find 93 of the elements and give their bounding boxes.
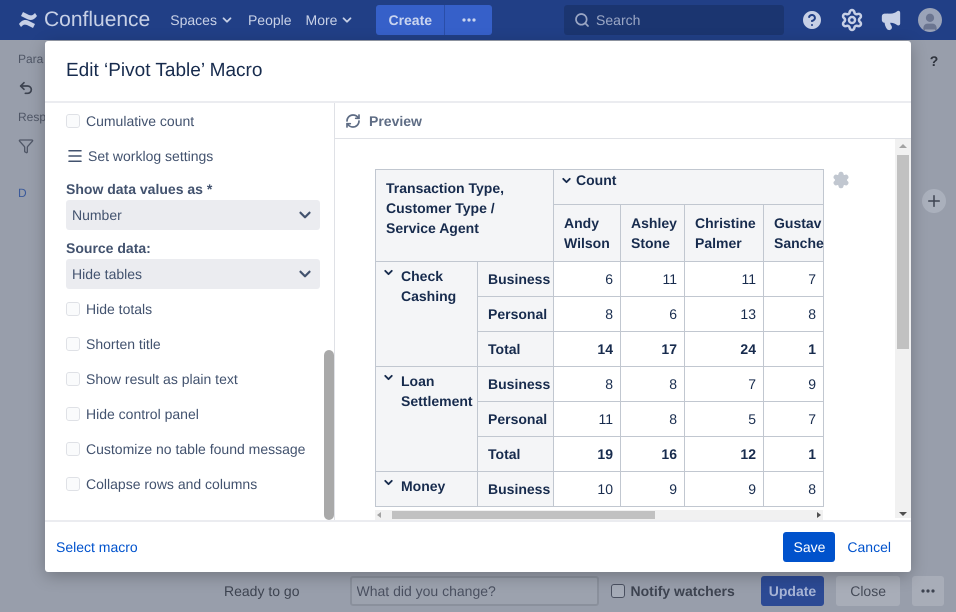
table-cell: 1 [764, 332, 824, 366]
table-cell: 8 [554, 366, 620, 402]
table-cell: 11 [684, 262, 764, 296]
logo[interactable]: Confluence [18, 8, 150, 32]
more-icon [921, 589, 935, 593]
column-header: Ashley Stone [620, 204, 684, 262]
table-cell: 8 [620, 402, 684, 436]
table-cell: 19 [554, 436, 620, 472]
row-group-header: Check Cashing [376, 262, 478, 366]
table-cell: 24 [684, 332, 764, 366]
option-label: Shorten title [86, 336, 161, 352]
row-group-header: Loan Settlement [376, 366, 478, 472]
close-button[interactable]: Close [836, 576, 900, 606]
table-cell: 9 [764, 366, 824, 402]
checkbox[interactable] [610, 584, 624, 598]
table-cell: 6 [554, 262, 620, 296]
status-text: Ready to go [224, 583, 300, 599]
search-icon [574, 12, 590, 28]
table-cell: 8 [620, 366, 684, 402]
help-icon[interactable] [800, 8, 824, 32]
nav-menu-item[interactable]: Spaces [170, 12, 234, 28]
create-button[interactable]: Create [376, 5, 444, 35]
table-cell: 11 [554, 402, 620, 436]
table-cell: 14 [554, 332, 620, 366]
row-header: Business [478, 472, 554, 506]
table-header: Count [554, 170, 824, 204]
field-label: Source data: [66, 240, 152, 256]
table-cell: 6 [620, 296, 684, 332]
table-cell: 7 [684, 366, 764, 402]
column-header: Christine Palmer [684, 204, 764, 262]
column-header: Andy Wilson [554, 204, 620, 262]
table-header: Transaction Type, Customer Type / Service Agent [376, 170, 554, 262]
row-header: Personal [478, 296, 554, 332]
row-header: Business [478, 366, 554, 402]
settings-icon[interactable] [840, 8, 864, 32]
more-icon [462, 18, 476, 22]
filter-icon[interactable] [18, 138, 34, 154]
table-cell: 12 [684, 436, 764, 472]
row-group-header: Money [376, 472, 478, 506]
megaphone-icon[interactable] [880, 9, 902, 31]
table-cell: 9 [620, 472, 684, 506]
update-button[interactable]: Update [760, 576, 824, 606]
help-text[interactable]: ? [930, 53, 938, 69]
option-label: Hide totals [86, 300, 152, 316]
notify-label: Notify watchers [630, 583, 735, 599]
table-cell: 8 [764, 296, 824, 332]
search-field[interactable]: Search [564, 5, 784, 35]
table-cell: 11 [620, 262, 684, 296]
option-label: Collapse rows and columns [86, 476, 258, 492]
option-label: Customize no table found message [86, 440, 306, 456]
comment-field[interactable]: What did you change? [350, 576, 598, 606]
refresh-icon[interactable] [345, 112, 361, 128]
plus-icon [925, 192, 943, 210]
table-cell: 8 [554, 296, 620, 332]
avatar[interactable] [918, 8, 942, 32]
row-header: Total [478, 332, 554, 366]
select-field[interactable]: Hide tables [66, 259, 320, 289]
table-cell: 16 [620, 436, 684, 472]
breadcrumb-text: Para [18, 52, 44, 66]
table-cell: 7 [764, 402, 824, 436]
scrollbar-thumb[interactable] [324, 350, 334, 520]
nav-menu-item[interactable]: More [306, 12, 354, 28]
horizontal-scrollbar[interactable] [375, 510, 823, 520]
save-button[interactable]: Save [783, 532, 836, 562]
column-header: Gustav Sanche [764, 204, 824, 262]
add-button[interactable] [922, 189, 946, 213]
logo-icon [18, 11, 38, 29]
toolbar-label: Resp [18, 110, 46, 124]
table-cell: 13 [684, 296, 764, 332]
field-label: Show data values as * [66, 181, 214, 197]
row-header: Business [478, 262, 554, 296]
vertical-scrollbar[interactable] [895, 139, 911, 518]
table-cell: 10 [554, 472, 620, 506]
dialog-title: Edit ‘Pivot Table’ Macro [66, 60, 262, 82]
nav-menu-item[interactable]: People [248, 12, 292, 28]
table-cell: 9 [684, 472, 764, 506]
select-field[interactable]: Number [66, 200, 320, 230]
table-cell: 1 [764, 436, 824, 472]
table-cell: 7 [764, 262, 824, 296]
table-cell: 5 [684, 402, 764, 436]
worklog-settings-link[interactable]: Set worklog settings [66, 138, 320, 173]
more-button[interactable] [912, 576, 944, 606]
cancel-link[interactable]: Cancel [847, 539, 891, 555]
preview-title: Preview [369, 112, 422, 128]
table-cell: 8 [764, 472, 824, 506]
row-header: Total [478, 436, 554, 472]
option-label: Show result as plain text [86, 370, 238, 386]
row-header: Personal [478, 402, 554, 436]
table-cell: 17 [620, 332, 684, 366]
option-label: Hide control panel [86, 406, 199, 422]
undo-icon[interactable] [18, 80, 34, 96]
select-macro-link[interactable]: Select macro [56, 539, 138, 555]
option-label: Cumulative count [86, 112, 194, 128]
